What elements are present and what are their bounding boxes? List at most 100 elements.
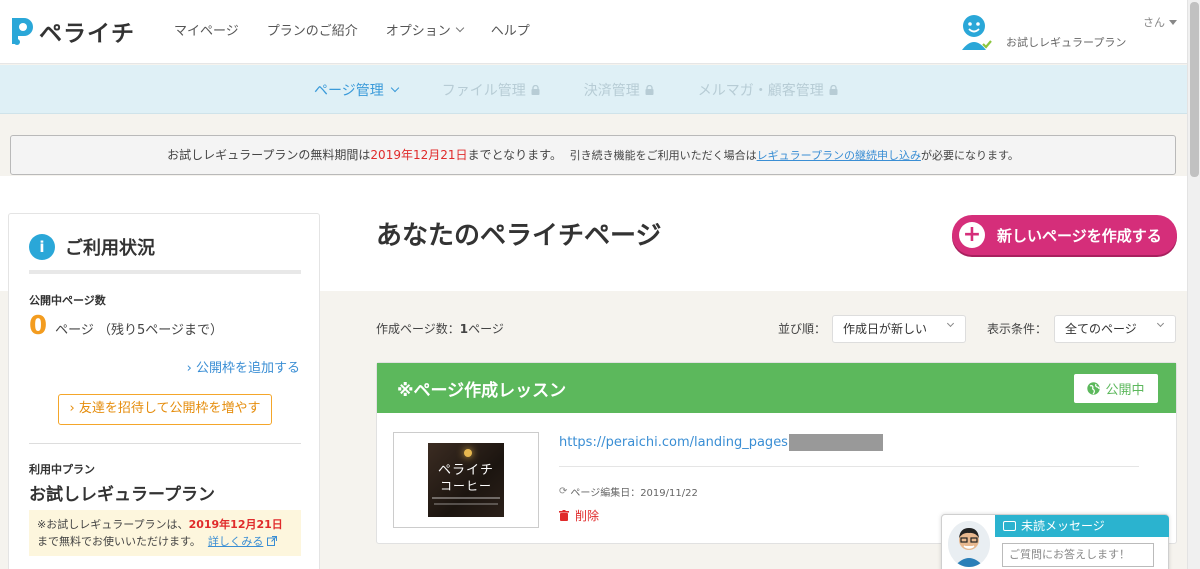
trial-note: ※お試しレギュラープランは、2019年12月21日 まで無料でお使いいただけます…	[29, 510, 301, 556]
divider	[559, 466, 1139, 467]
lock-icon	[829, 85, 838, 95]
trial-notice: お試しレギュラープランの無料期間は2019年12月21日までとなります。 引き続…	[10, 135, 1176, 175]
chevron-down-icon	[1156, 319, 1165, 328]
tab-label: ページ管理	[314, 83, 384, 99]
notice-text: お試しレギュラープランの無料期間は	[167, 148, 371, 162]
notice-text: までとなります。	[467, 148, 562, 162]
page-count: 作成ページ数：1ページ	[376, 320, 504, 337]
create-page-label: 新しいページを作成する	[997, 226, 1162, 245]
note-text: ※お試しレギュラープランは、	[37, 518, 189, 531]
chevron-down-icon	[946, 319, 955, 328]
page-url[interactable]: https://peraichi.com/landing_pages	[559, 434, 883, 451]
page-count-prefix: 作成ページ数：	[376, 322, 460, 336]
nav-options[interactable]: オプション	[385, 20, 465, 39]
sort-value: 作成日が新しい	[843, 322, 928, 336]
chat-input[interactable]: ご質問にお答えします！	[1002, 543, 1154, 567]
create-page-button[interactable]: + 新しいページを作成する	[952, 215, 1177, 255]
notice-text: 引き続き機能をご利用いただく場合は	[569, 149, 757, 162]
divider	[29, 270, 301, 274]
divider	[29, 443, 301, 444]
info-icon: i	[29, 234, 55, 260]
redacted-url-part	[788, 434, 883, 451]
sub-nav: ページ管理 ファイル管理 決済管理 メルマガ・顧客管理	[0, 65, 1187, 114]
delete-page-button[interactable]: 削除	[559, 507, 599, 524]
tab-label: 決済管理	[583, 83, 640, 99]
lock-icon	[645, 85, 654, 95]
tab-page-management[interactable]: ページ管理	[314, 80, 399, 100]
add-publish-slot-link[interactable]: › 公開枠を追加する	[187, 357, 300, 376]
nav-help[interactable]: ヘルプ	[491, 20, 530, 39]
chat-widget[interactable]: 未読メッセージ ご質問にお答えします！	[941, 514, 1169, 569]
notice-text: が必要になります。	[920, 149, 1019, 162]
page-count-suffix: ページ	[468, 322, 504, 336]
sort-label: 並び順：	[778, 322, 827, 336]
note-text: まで無料でお使いいただけます。	[37, 535, 201, 548]
current-plan-label: 利用中プラン	[29, 463, 95, 476]
tab-payment-management[interactable]: 決済管理	[584, 80, 654, 100]
tab-label: ファイル管理	[441, 83, 526, 99]
page-count-value: 1	[459, 322, 469, 336]
last-edited: ⟳ ページ編集日：2019/11/22	[559, 484, 698, 499]
peraichi-logo[interactable]: ペライチ	[8, 14, 135, 48]
scrollbar-thumb[interactable]	[1190, 2, 1199, 177]
published-status-badge[interactable]: 公開中	[1074, 374, 1158, 403]
thumbnail-title-line1: ペライチ	[437, 463, 494, 478]
thumbnail-caption-line	[432, 497, 500, 499]
published-count-unit: ページ （残り5ページまで）	[55, 323, 223, 338]
continue-plan-link[interactable]: レギュラープランの継続申し込み	[757, 149, 921, 162]
page-card-title[interactable]: ※ページ作成レッスン	[397, 376, 566, 401]
user-avatar-icon	[962, 15, 992, 50]
message-icon	[1003, 521, 1016, 531]
user-name[interactable]: さん	[1143, 14, 1177, 30]
user-menu[interactable]: さん お試しレギュラープラン	[958, 12, 1188, 56]
chat-header[interactable]: 未読メッセージ	[995, 515, 1169, 537]
nav-mypage[interactable]: マイページ	[174, 20, 239, 39]
page-scrollbar[interactable]	[1187, 0, 1200, 569]
nav-label: ヘルプ	[490, 24, 530, 39]
nav-plans[interactable]: プランのご紹介	[267, 20, 358, 39]
refresh-icon: ⟳	[559, 486, 568, 497]
published-count: 0 ページ （残り5ページまで）	[29, 311, 223, 341]
caret-down-icon	[1169, 19, 1177, 25]
globe-icon	[1087, 382, 1101, 395]
plus-icon: +	[959, 222, 985, 248]
current-plan-name: お試しレギュラープラン	[29, 485, 215, 505]
sidebar-title: ご利用状況	[65, 238, 155, 259]
usage-sidebar: i ご利用状況 公開中ページ数 0 ページ （残り5ページまで） › 公開枠を追…	[8, 213, 320, 569]
thumbnail-caption-line	[434, 503, 498, 505]
filter-value: 全てのページ	[1065, 322, 1137, 336]
logo-text: ペライチ	[39, 21, 135, 47]
note-date: 2019年12月21日	[188, 518, 283, 531]
thumbnail-image: ペライチ コーヒー	[428, 443, 504, 517]
sidebar-header: i ご利用状況	[29, 234, 155, 260]
top-nav: マイページ プランのご紹介 オプション ヘルプ	[174, 20, 558, 39]
filter-label: 表示条件：	[987, 322, 1048, 336]
learn-more-link[interactable]: 詳しくみる	[208, 535, 263, 548]
nav-label: オプション	[385, 24, 451, 39]
tab-file-management[interactable]: ファイル管理	[442, 80, 540, 100]
status-label: 公開中	[1105, 383, 1145, 398]
chevron-down-icon	[390, 83, 399, 93]
last-edited-text: ページ編集日：2019/11/22	[570, 488, 698, 499]
sort-select[interactable]: 作成日が新しい	[832, 315, 966, 343]
chevron-down-icon	[455, 23, 465, 32]
top-header: ペライチ マイページ プランのご紹介 オプション ヘルプ さん お試しレギュラー…	[0, 0, 1187, 64]
page-thumbnail[interactable]: ペライチ コーヒー	[393, 432, 539, 528]
support-agent-avatar	[948, 521, 990, 567]
thumbnail-title-line2: コーヒー	[439, 479, 492, 493]
chat-header-label: 未読メッセージ	[1021, 519, 1105, 533]
page-title: あなたのペライチページ	[376, 221, 662, 251]
filter-select[interactable]: 全てのページ	[1054, 315, 1176, 343]
delete-label: 削除	[575, 509, 600, 523]
user-name-label: さん	[1143, 16, 1165, 29]
invite-friends-button[interactable]: › 友達を招待して公開枠を増やす	[58, 394, 272, 425]
external-link-icon	[266, 536, 277, 546]
nav-label: プランのご紹介	[266, 24, 358, 39]
user-plan: お試しレギュラープラン	[1006, 36, 1127, 49]
lock-icon	[531, 85, 540, 95]
nav-label: マイページ	[174, 24, 239, 39]
logo-p-icon	[12, 18, 33, 45]
lamp-decoration	[464, 449, 472, 457]
tab-mailmag-customers[interactable]: メルマガ・顧客管理	[698, 80, 838, 100]
page-card-header: ※ページ作成レッスン 公開中	[377, 363, 1176, 413]
